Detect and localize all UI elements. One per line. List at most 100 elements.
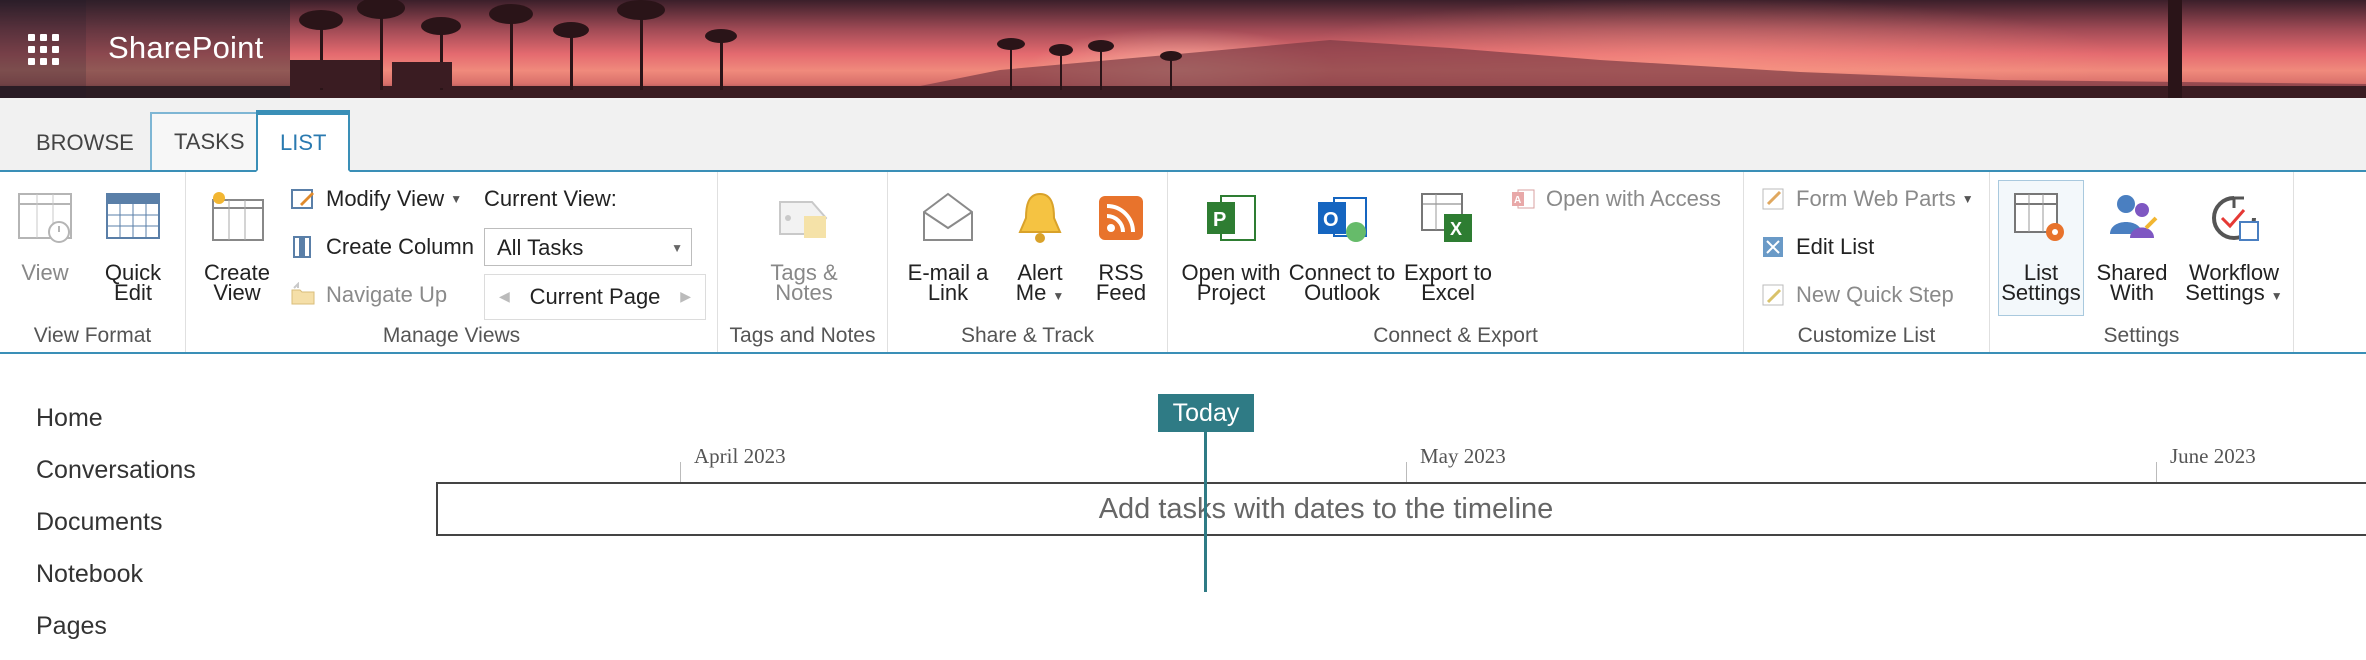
connect-to-outlook-button[interactable]: O Connect to Outlook [1288, 188, 1396, 305]
outlook-icon: O [1318, 197, 1367, 242]
banner-silhouette [0, 0, 2366, 98]
open-with-access-label: Open with Access [1546, 186, 1721, 211]
today-marker: Today [1158, 394, 1254, 432]
form-icon [1762, 188, 1784, 210]
workflow-settings-button[interactable]: Workflow Settings ▼ [2178, 188, 2290, 306]
current-view-label: Current View: [484, 186, 617, 211]
brand-link[interactable]: SharePoint [108, 30, 263, 66]
nav-item-notebook[interactable]: Notebook [36, 556, 196, 608]
timeline-tick [680, 462, 681, 482]
email-link-label-2: Link [927, 280, 969, 305]
alert-me-button[interactable]: Alert Me ▼ [1000, 188, 1080, 306]
quick-step-icon [1762, 284, 1784, 306]
edit-list-button[interactable]: Edit List [1760, 230, 1874, 264]
chevron-down-icon: ▼ [1052, 289, 1065, 303]
workflow-settings-label-2: Settings [2185, 280, 2265, 305]
open-with-access-button[interactable]: A Open with Access [1510, 182, 1721, 216]
svg-text:X: X [1450, 219, 1462, 239]
timeline-month: April 2023 [694, 444, 786, 468]
quick-edit-button[interactable]: Quick Edit [96, 188, 170, 305]
ribbon: View Quick Edit View Format Create View … [0, 172, 2366, 354]
next-page-icon[interactable]: ▶ [680, 288, 691, 305]
tab-list[interactable]: LIST [256, 110, 351, 172]
ribbon-tab-bar: BROWSE TASKS LIST [0, 98, 2366, 172]
nav-item-documents[interactable]: Documents [36, 504, 196, 556]
list-settings-icon [2014, 193, 2064, 241]
dropdown-arrow-icon: ▼ [671, 241, 683, 255]
timeline-month: June 2023 [2170, 444, 2256, 468]
modify-view-label: Modify View [326, 186, 445, 211]
view-button[interactable]: View [8, 188, 82, 284]
timeline-tick [1406, 462, 1407, 482]
access-icon: A [1512, 189, 1535, 209]
create-column-label: Create Column [326, 234, 474, 259]
nav-item-conversations[interactable]: Conversations [36, 452, 196, 504]
folder-up-icon [291, 282, 315, 305]
email-link-button[interactable]: E-mail a Link [896, 188, 1000, 305]
tags-notes-button[interactable]: Tags & Notes [754, 188, 854, 305]
timeline-tick [2156, 462, 2157, 482]
shared-with-label-2: With [2110, 280, 2154, 305]
new-quick-step-label: New Quick Step [1796, 282, 1954, 307]
rss-feed-label-2: Feed [1095, 280, 1147, 305]
quick-edit-label-2: Edit [114, 280, 152, 305]
people-icon [2110, 195, 2158, 238]
navigate-up-label: Navigate Up [326, 282, 448, 307]
app-launcher-button[interactable] [0, 0, 86, 98]
timeline-bar[interactable]: Add tasks with dates to the timeline [436, 482, 2366, 536]
connect-to-outlook-label-2: Outlook [1304, 280, 1380, 305]
tags-notes-label-2: Notes [775, 280, 833, 305]
excel-icon: X [1421, 193, 1472, 242]
tab-browse[interactable]: BROWSE [14, 114, 156, 172]
chevron-down-icon: ▼ [1961, 192, 1974, 206]
create-column-button[interactable]: Create Column [290, 230, 474, 264]
new-quick-step-button[interactable]: New Quick Step [1760, 278, 1954, 312]
project-icon: P [1207, 195, 1256, 241]
svg-text:A: A [1514, 195, 1521, 206]
create-view-button[interactable]: Create View [196, 188, 278, 305]
grid-edit-icon [106, 193, 160, 239]
timeline: April 2023 May 2023 June 2023 Add tasks … [436, 380, 2366, 640]
envelope-icon [923, 192, 973, 241]
open-with-project-label-2: Project [1196, 280, 1266, 305]
group-label-customize-list: Customize List [1797, 324, 1936, 347]
form-web-parts-button[interactable]: Form Web Parts ▼ [1760, 182, 1974, 216]
chevron-down-icon: ▼ [2270, 289, 2283, 303]
current-view-value: All Tasks [497, 235, 584, 260]
rss-icon [1099, 196, 1143, 240]
create-view-label-2: View [213, 280, 261, 305]
navigate-up-button[interactable]: Navigate Up [290, 278, 447, 312]
current-page-label: Current Page [529, 284, 661, 309]
group-label-manage-views: Manage Views [382, 324, 521, 347]
export-to-excel-button[interactable]: X Export to Excel [1400, 188, 1496, 304]
quick-launch-nav: Home Conversations Documents Notebook Pa… [36, 400, 196, 660]
modify-view-button[interactable]: Modify View ▼ [290, 182, 462, 216]
bell-icon [1018, 192, 1062, 243]
pager: ◀ Current Page ▶ [484, 274, 706, 320]
tab-tasks[interactable]: TASKS [150, 112, 269, 170]
group-customize-list: Form Web Parts ▼ Edit List New Quick Ste… [1744, 172, 1990, 352]
form-web-parts-label: Form Web Parts [1796, 186, 1956, 211]
nav-item-home[interactable]: Home [36, 400, 196, 452]
group-connect-export: P Open with Project O Connect to Outlook… [1168, 172, 1744, 352]
timeline-placeholder: Add tasks with dates to the timeline [1098, 492, 1554, 525]
shared-with-button[interactable]: Shared With [2088, 188, 2176, 305]
nav-item-pages[interactable]: Pages [36, 608, 196, 660]
group-view-format: View Quick Edit View Format [0, 172, 186, 352]
svg-text:P: P [1213, 209, 1226, 231]
list-settings-button[interactable]: List Settings [2000, 188, 2082, 304]
waffle-icon [27, 33, 59, 65]
rss-feed-button[interactable]: RSS Feed [1084, 188, 1158, 305]
workflow-icon [2212, 196, 2259, 241]
open-with-project-button[interactable]: P Open with Project [1178, 188, 1284, 305]
group-manage-views: Create View Modify View ▼ Create Column … [186, 172, 718, 352]
svg-text:O: O [1323, 209, 1339, 231]
previous-page-icon[interactable]: ◀ [499, 288, 510, 305]
timeline-month: May 2023 [1420, 444, 1506, 468]
create-column-icon [293, 236, 311, 258]
alert-me-label-2: Me [1015, 280, 1047, 305]
current-view-select[interactable]: All Tasks ▼ [484, 228, 692, 266]
create-view-icon [212, 192, 264, 241]
group-label-settings: Settings [2103, 324, 2180, 347]
group-share-track: E-mail a Link Alert Me ▼ RSS Feed Share &… [888, 172, 1168, 352]
